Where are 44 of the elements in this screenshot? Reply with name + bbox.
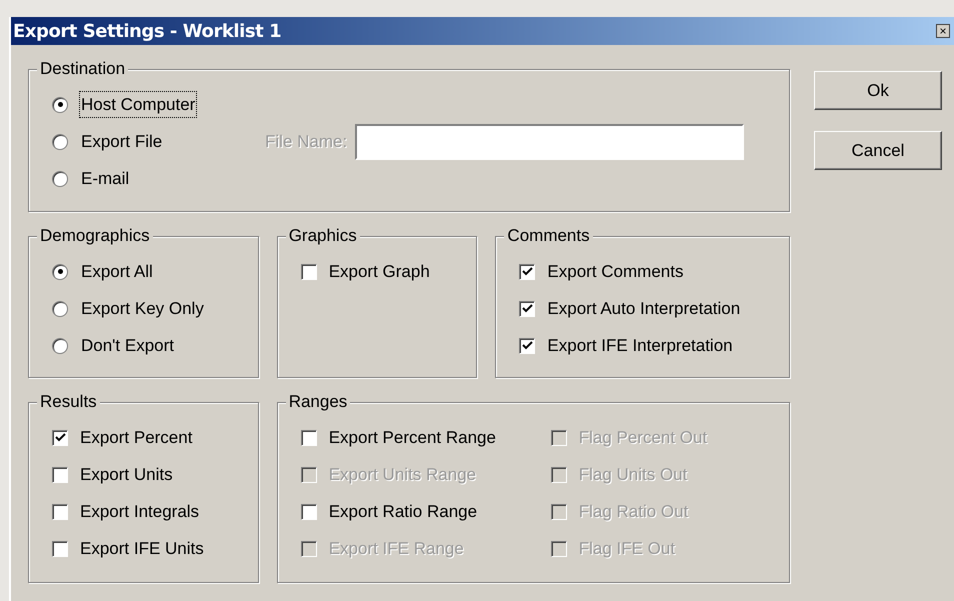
checkbox-label: Export IFE Interpretation: [547, 334, 733, 357]
checkbox-label: Export Comments: [547, 260, 684, 283]
dialog-button[interactable]: Cancel: [814, 131, 942, 170]
checkbox-label: Export Units Range: [328, 464, 476, 486]
checkbox[interactable]: [52, 504, 68, 520]
checkbox[interactable]: [519, 338, 536, 354]
checkbox[interactable]: [300, 504, 317, 520]
window-title: Export Settings - Worklist 1: [13, 20, 282, 44]
checkbox-label: Export Ratio Range: [328, 500, 478, 523]
checkbox-label: Flag IFE Out: [578, 538, 676, 560]
checkbox-label: Flag Ratio Out: [578, 500, 688, 523]
checkbox-label: Export Units: [80, 464, 173, 486]
checkbox[interactable]: [300, 430, 317, 446]
checkbox[interactable]: [52, 466, 68, 482]
file-name-field[interactable]: [355, 124, 744, 160]
dialog-button[interactable]: Ok: [814, 71, 942, 110]
radio-button[interactable]: [52, 300, 68, 316]
radio-button[interactable]: [52, 96, 68, 112]
checkbox-label: Export Auto Interpretation: [547, 298, 740, 320]
file-name-label: File Name:: [265, 130, 348, 153]
radio-label: Host Computer: [80, 92, 196, 118]
close-button[interactable]: ×: [936, 24, 950, 38]
checkbox[interactable]: [52, 540, 68, 556]
checkbox-label: Export Percent: [80, 426, 192, 449]
radio-button[interactable]: [52, 134, 68, 150]
checkbox-label: Export Integrals: [80, 500, 200, 523]
checkbox-label: Export IFE Range: [328, 538, 464, 560]
radio-button[interactable]: [52, 338, 68, 354]
checkbox-label: Export Percent Range: [328, 426, 496, 449]
radio-label: Export All: [80, 260, 154, 283]
radio-label: Export File: [80, 130, 164, 153]
checkbox-label: Flag Percent Out: [578, 426, 708, 449]
checkbox[interactable]: [52, 430, 68, 446]
checkbox[interactable]: [300, 264, 317, 280]
radio-label: Don't Export: [80, 334, 176, 357]
radio-button[interactable]: [52, 170, 68, 186]
checkbox[interactable]: [519, 264, 536, 280]
checkbox[interactable]: [519, 300, 536, 316]
checkbox-label: Export Graph: [328, 260, 430, 283]
radio-label: Export Key Only: [80, 298, 205, 320]
checkbox-label: Flag Units Out: [578, 464, 688, 486]
radio-label: E-mail: [80, 168, 130, 190]
checkbox-label: Export IFE Units: [80, 538, 204, 560]
radio-button[interactable]: [52, 264, 68, 280]
